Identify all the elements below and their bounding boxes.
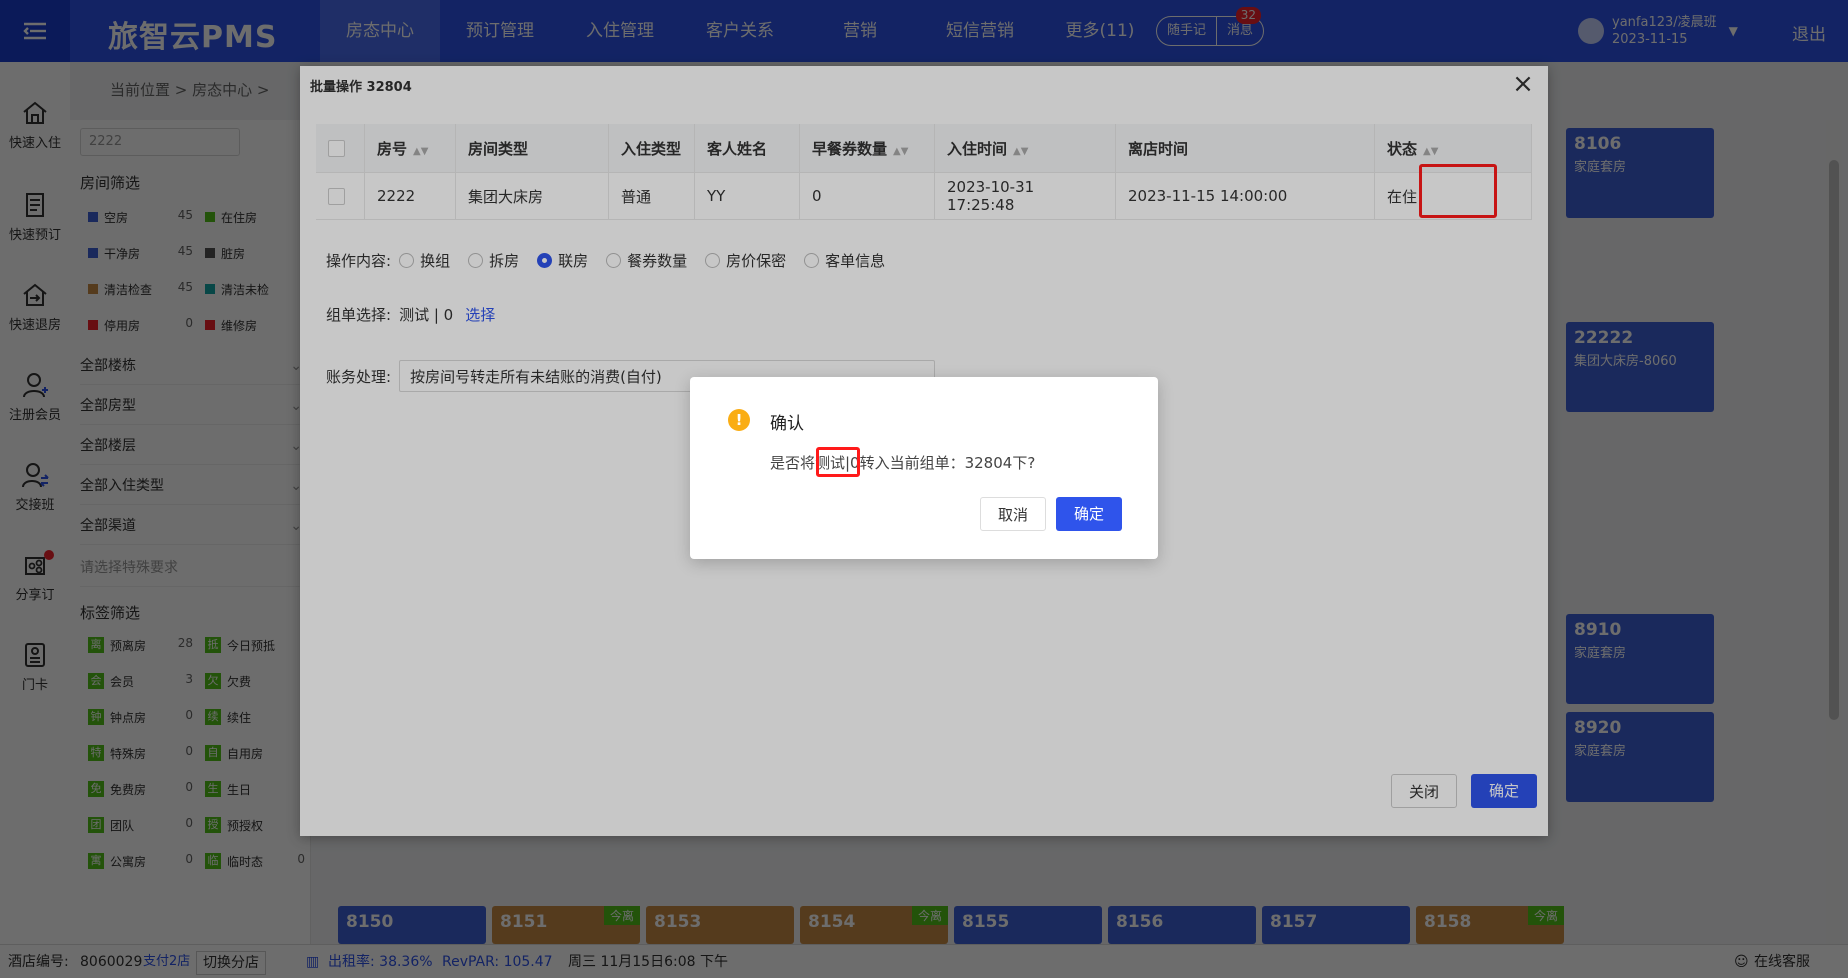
confirm-title: 确认 (770, 414, 804, 434)
warning-icon: ! (728, 409, 750, 431)
message-highlight-box (816, 447, 860, 477)
cancel-button[interactable]: 取消 (980, 497, 1046, 531)
confirm-message: 是否将测试|0转入当前组单：32804下? (770, 454, 1036, 472)
confirm-dialog: ! 确认 是否将测试|0转入当前组单：32804下? 取消 确定 (690, 377, 1158, 559)
ok-button[interactable]: 确定 (1056, 497, 1122, 531)
